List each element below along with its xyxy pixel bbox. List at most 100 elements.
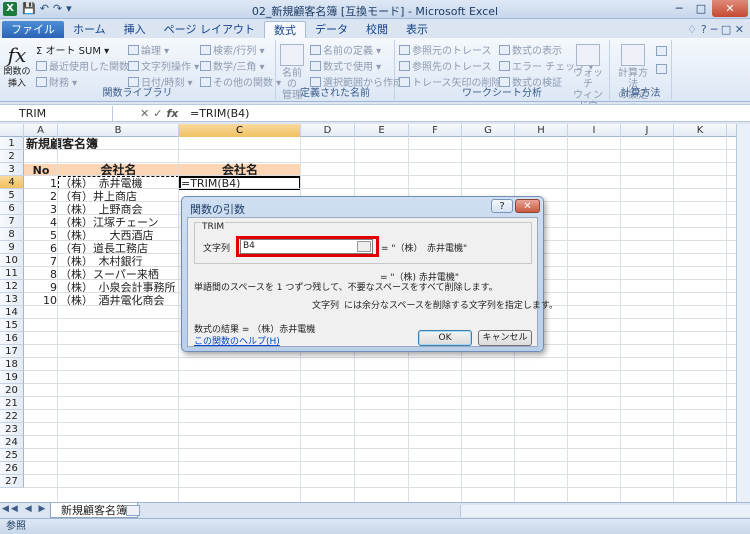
row-header-22[interactable]: 22 [0,410,24,423]
row-gridline [24,383,750,384]
row-header-8[interactable]: 8 [0,228,24,241]
row-header-18[interactable]: 18 [0,358,24,371]
row-header-4[interactable]: 4 [0,176,24,189]
row-header-1[interactable]: 1 [0,137,24,150]
group-label-calculation: 計算方法 [620,88,661,99]
row-header-17[interactable]: 17 [0,345,24,358]
horizontal-scrollbar[interactable] [460,505,750,517]
formula-input[interactable]: =TRIM(B4) [190,106,249,121]
row-header-19[interactable]: 19 [0,371,24,384]
ribbon-minimize-icon[interactable]: ♢ [687,21,697,38]
calc-options-button[interactable]: 計算方法 の設定 ▾ [614,44,652,112]
ok-button[interactable]: OK [418,330,472,346]
row-header-14[interactable]: 14 [0,306,24,319]
row-header-25[interactable]: 25 [0,449,24,462]
trace-precedents-button[interactable]: 参照元のトレース [399,42,492,57]
tab-data[interactable]: データ [306,21,357,38]
column-header-d[interactable]: D [301,124,355,137]
recent-functions-button[interactable]: 最近使用した関数 ▾ [36,58,137,73]
help-icon[interactable]: ? [701,21,707,38]
row-header-12[interactable]: 12 [0,280,24,293]
column-header-k[interactable]: K [674,124,727,137]
status-bar: 参照 [0,518,750,534]
group-label-formula-auditing: ワークシート分析 [462,88,542,99]
row-header-24[interactable]: 24 [0,436,24,449]
define-name-button[interactable]: 名前の定義 ▾ [310,42,381,57]
row-header-11[interactable]: 11 [0,267,24,280]
watch-window-icon [576,44,600,66]
row-header-9[interactable]: 9 [0,241,24,254]
arg-desc-name: 文字列 [312,301,340,311]
math-button[interactable]: 数学/三角 ▾ [200,58,265,73]
arg-label: 文字列 [203,244,231,254]
dialog-close-button[interactable]: ✕ [515,199,540,213]
name-manager-icon [280,44,304,66]
row-header-6[interactable]: 6 [0,202,24,215]
tab-formulas[interactable]: 数式 [263,21,306,38]
column-header-a[interactable]: A [24,124,58,137]
lookup-button[interactable]: 検索/行列 ▾ [200,42,265,57]
insert-function-icon[interactable]: fx [166,106,178,121]
row-header-3[interactable]: 3 [0,163,24,176]
tab-file[interactable]: ファイル [2,21,64,38]
logical-button[interactable]: 論理 ▾ [128,42,169,57]
row-header-10[interactable]: 10 [0,254,24,267]
tab-page-layout[interactable]: ページ レイアウト [155,21,264,38]
row-header-23[interactable]: 23 [0,423,24,436]
tab-review[interactable]: 校閲 [357,21,397,38]
autosum-button[interactable]: Σ オート SUM ▾ [36,42,109,57]
dialog-help-button[interactable]: ? [491,199,513,213]
maximize-button[interactable]: □ [690,0,712,17]
column-header-h[interactable]: H [515,124,568,137]
row-gridline [24,396,750,397]
tab-home[interactable]: ホーム [64,21,115,38]
close-button[interactable]: ✕ [712,0,748,17]
insert-sheet-icon[interactable] [126,505,140,516]
confirm-entry-icon[interactable]: ✓ [153,106,162,121]
tab-insert[interactable]: 挿入 [115,21,155,38]
row-header-15[interactable]: 15 [0,319,24,332]
vertical-scrollbar[interactable] [736,124,750,502]
column-gridline [726,137,727,502]
calc-sheet-button[interactable] [656,64,669,76]
column-header-j[interactable]: J [621,124,674,137]
show-formulas-button[interactable]: 数式の表示 [499,42,562,57]
row-header-13[interactable]: 13 [0,293,24,306]
text-functions-button[interactable]: 文字列操作 ▾ [128,58,199,73]
tab-view[interactable]: 表示 [397,21,437,38]
column-header-i[interactable]: I [568,124,621,137]
row-header-16[interactable]: 16 [0,332,24,345]
workbook-controls[interactable]: ─ □ ✕ [711,21,744,38]
row-header-5[interactable]: 5 [0,189,24,202]
column-gridline [620,137,621,502]
row-header-20[interactable]: 20 [0,384,24,397]
column-header-b[interactable]: B [58,124,179,137]
row-header-7[interactable]: 7 [0,215,24,228]
window-title: 02_新規顧客名簿 [互換モード] - Microsoft Excel [251,5,499,18]
watch-window-button[interactable]: ウォッチ ウィンドウ [569,44,607,112]
cancel-entry-icon[interactable]: ✕ [140,106,149,121]
dialog-body: TRIM 文字列 B4 = "（株） 赤井電機" = "（株) 赤井電機" 単語… [187,217,558,347]
row-header-27[interactable]: 27 [0,475,24,488]
cancel-button[interactable]: キャンセル [478,330,532,346]
column-header-e[interactable]: E [355,124,409,137]
formula-bar-buttons: ✕ ✓ fx [140,106,178,121]
column-header-c[interactable]: C [179,124,301,137]
sheet-tab-customers[interactable]: 新規顧客名簿 [50,503,138,518]
arg-description: には余分なスペースを削除する文字列を指定します。 [344,301,559,311]
column-header-f[interactable]: F [409,124,462,137]
calc-now-button[interactable] [656,46,669,58]
function-name: TRIM [201,222,226,232]
row-header-26[interactable]: 26 [0,462,24,475]
select-all-corner[interactable] [0,124,24,137]
trace-dependents-button[interactable]: 参照先のトレース [399,58,492,73]
row-header-2[interactable]: 2 [0,150,24,163]
use-in-formula-button[interactable]: 数式で使用 ▾ [310,58,381,73]
function-help-link[interactable]: この関数のヘルプ(H) [194,334,280,347]
minimize-button[interactable]: ─ [668,0,690,17]
recent-icon [36,61,47,71]
name-box[interactable]: TRIM [1,106,113,121]
column-header-g[interactable]: G [462,124,515,137]
row-header-21[interactable]: 21 [0,397,24,410]
group-calculation: 計算方法 の設定 ▾ 計算方法 [610,40,672,112]
